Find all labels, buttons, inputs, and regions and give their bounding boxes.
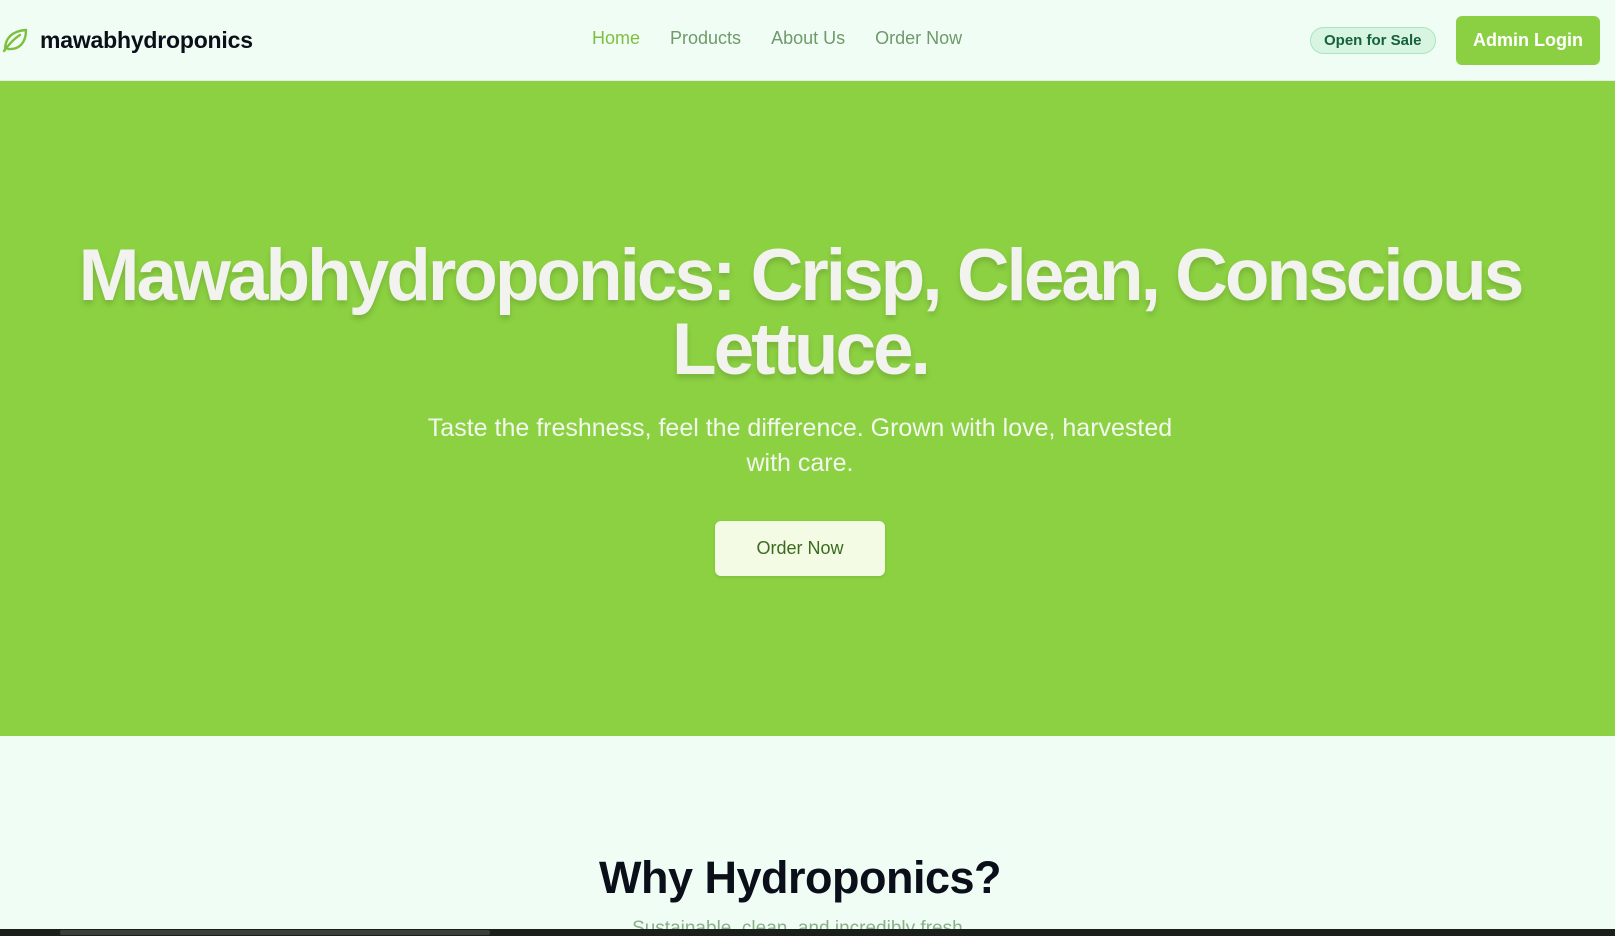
nav-link-order-now[interactable]: Order Now: [875, 28, 962, 49]
leaf-icon: [0, 25, 30, 55]
hero-subtitle-line-1: Taste the freshness, feel the difference…: [427, 414, 1173, 442]
nav-links: Home Products About Us Order Now: [592, 28, 962, 49]
page: mawabhydroponics Home Products About Us …: [0, 0, 1615, 936]
hero-title-line-1: Mawabhydroponics: Crisp, Clean, Consciou…: [78, 235, 1525, 316]
nav-link-products[interactable]: Products: [670, 28, 741, 49]
brand-name: mawabhydroponics: [40, 26, 253, 53]
hero-subtitle-line-2: with care.: [746, 449, 854, 477]
horizontal-scrollbar[interactable]: [0, 929, 1615, 936]
hero-section: Mawabhydroponics: Crisp, Clean, Consciou…: [0, 81, 1615, 736]
nav-link-about-us[interactable]: About Us: [771, 28, 845, 49]
status-badge: Open for Sale: [1310, 27, 1436, 54]
brand[interactable]: mawabhydroponics: [0, 22, 253, 58]
why-hydroponics-title: Why Hydroponics?: [598, 852, 1002, 903]
admin-login-button[interactable]: Admin Login: [1456, 16, 1600, 65]
hero-title: Mawabhydroponics: Crisp, Clean, Consciou…: [0, 239, 1600, 387]
scrollbar-thumb[interactable]: [60, 930, 490, 935]
navbar: mawabhydroponics Home Products About Us …: [0, 0, 1615, 81]
hero-order-now-button[interactable]: Order Now: [715, 521, 885, 576]
nav-link-home[interactable]: Home: [592, 28, 640, 49]
hero-subtitle: Taste the freshness, feel the difference…: [390, 411, 1210, 481]
hero-title-line-2: Lettuce.: [672, 309, 931, 390]
